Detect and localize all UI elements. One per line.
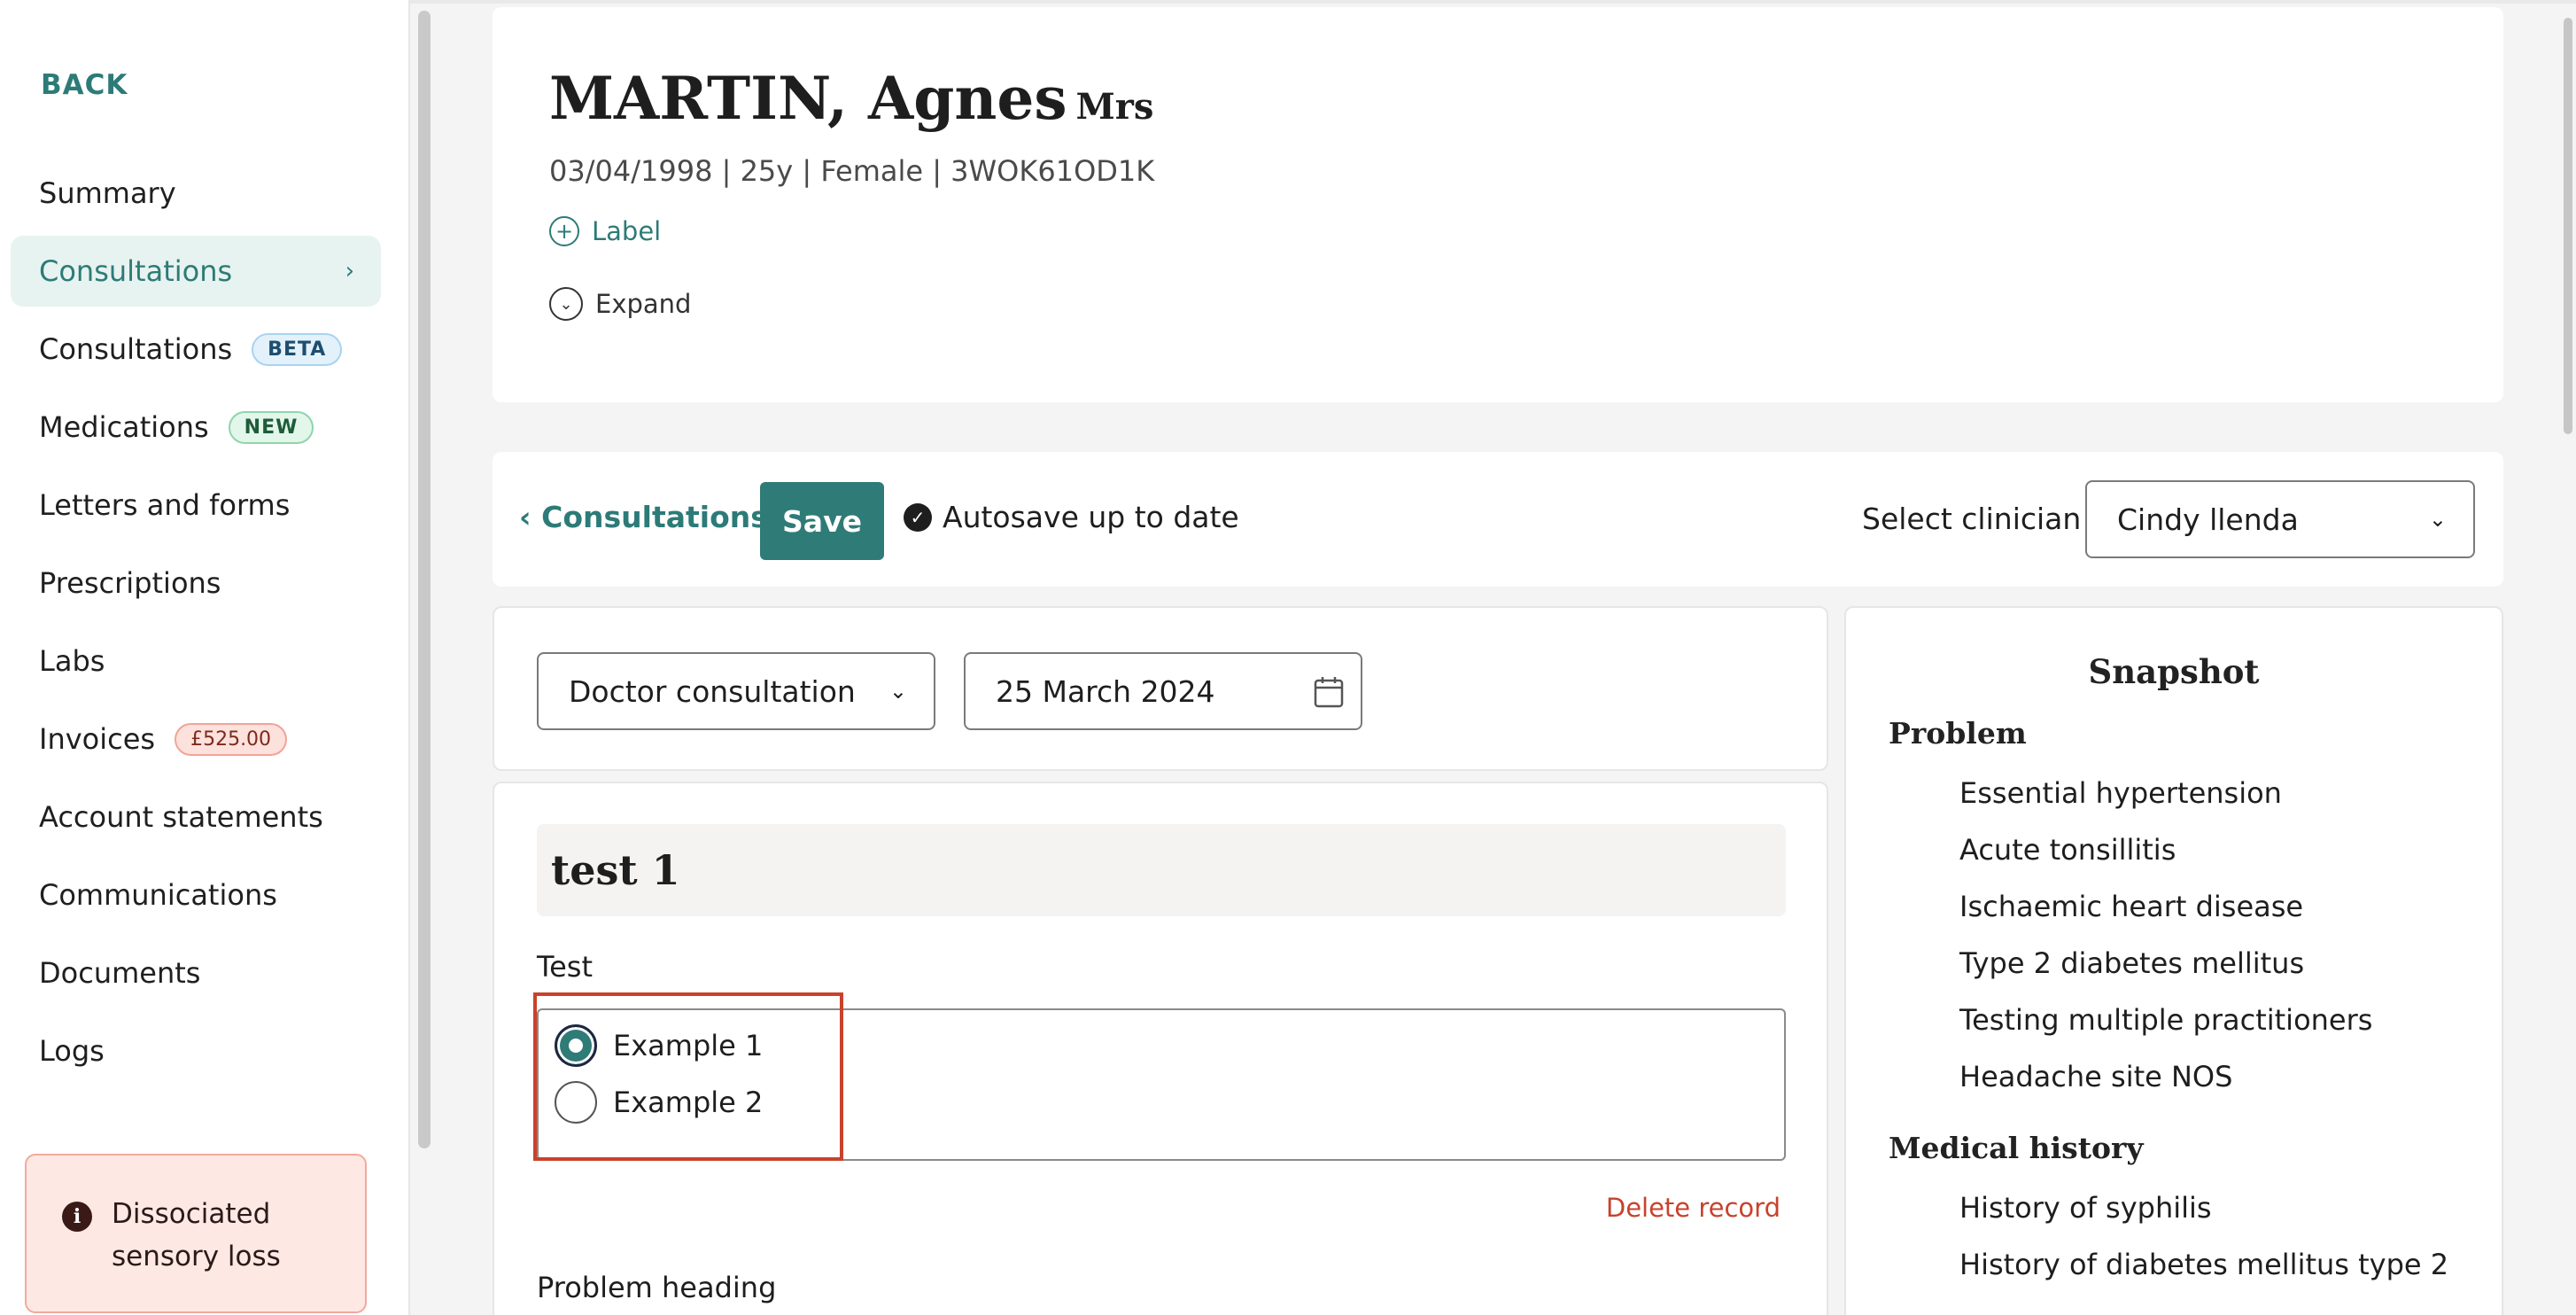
record-form: test 1 Test Example 1 Example 2 Delete r… [493, 782, 1828, 1315]
sidebar-item-label: Summary [39, 176, 176, 210]
sidebar-item-label: Communications [39, 878, 277, 912]
sidebar-item-label: Account statements [39, 800, 323, 834]
consultation-date-value: 25 March 2024 [996, 673, 1215, 709]
add-label-button[interactable]: + Label [549, 216, 661, 246]
info-icon: i [62, 1202, 92, 1232]
radio-option-example-1[interactable]: Example 1 [555, 1024, 763, 1067]
sidebar: BACK Summary Consultations › Consultatio… [0, 0, 410, 1315]
top-border [410, 0, 2576, 4]
sidebar-item-label: Consultations [39, 332, 233, 366]
expand-text: Expand [595, 289, 692, 319]
problem-item: Ischaemic heart disease [1959, 890, 2304, 923]
sidebar-item-label: Labs [39, 644, 105, 678]
problem-heading-label: Problem heading [537, 1271, 777, 1304]
radio-unchecked[interactable] [555, 1081, 597, 1124]
autosave-text: Autosave up to date [943, 500, 1239, 534]
snapshot-panel: Snapshot Problem Essential hypertension … [1844, 606, 2503, 1315]
sidebar-item-logs[interactable]: Logs [11, 1015, 381, 1086]
sidebar-scrollbar[interactable] [418, 11, 431, 1148]
patient-alert: i Dissociated sensory loss [25, 1154, 367, 1313]
consultation-toolbar: ‹ Consultations Save ✓ Autosave up to da… [493, 452, 2503, 587]
add-label-text: Label [592, 216, 662, 246]
sidebar-item-label: Invoices [39, 722, 156, 756]
problem-item: Acute tonsillitis [1959, 833, 2176, 867]
sidebar-item-invoices[interactable]: Invoices £525.00 [11, 704, 381, 774]
radio-option-label: Example 2 [613, 1085, 764, 1119]
problem-item: Headache site NOS [1959, 1060, 2233, 1093]
sidebar-item-account-statements[interactable]: Account statements [11, 782, 381, 852]
consultation-type-value: Doctor consultation [569, 673, 856, 709]
clinician-select[interactable]: Cindy llenda ⌄ [2085, 480, 2475, 558]
check-circle-icon: ✓ [904, 502, 932, 532]
save-button[interactable]: Save [760, 482, 884, 560]
sidebar-item-labs[interactable]: Labs [11, 626, 381, 696]
patient-name-text: MARTIN, Agnes [549, 64, 1067, 133]
alert-text: Dissociated sensory loss [112, 1198, 281, 1272]
snapshot-title: Snapshot [2088, 652, 2260, 691]
sidebar-item-consultations-beta[interactable]: Consultations BETA [11, 314, 381, 385]
delete-record-link[interactable]: Delete record [1606, 1193, 1781, 1223]
problem-heading: Problem [1889, 716, 2027, 751]
new-badge: NEW [228, 410, 314, 444]
consultation-details: Doctor consultation ⌄ 25 March 2024 [493, 606, 1828, 771]
beta-badge: BETA [252, 332, 343, 366]
back-link[interactable]: BACK [41, 69, 128, 101]
sidebar-item-summary[interactable]: Summary [11, 158, 381, 229]
patient-name: MARTIN, Agnes Mrs [549, 64, 1153, 133]
back-to-consultations-text: Consultations [541, 500, 768, 534]
clinician-value: Cindy llenda [2117, 502, 2299, 537]
autosave-status: ✓ Autosave up to date [904, 500, 1239, 534]
sidebar-item-label: Medications [39, 410, 209, 444]
sidebar-item-prescriptions[interactable]: Prescriptions [11, 548, 381, 619]
sidebar-item-label: Prescriptions [39, 566, 221, 600]
invoice-balance-badge: £525.00 [175, 722, 288, 756]
sidebar-item-letters-and-forms[interactable]: Letters and forms [11, 470, 381, 541]
problem-item: Type 2 diabetes mellitus [1959, 946, 2305, 980]
chevron-right-icon: › [345, 258, 354, 284]
test-field-label: Test [537, 950, 594, 984]
patient-header: MARTIN, Agnes Mrs 03/04/1998 | 25y | Fema… [493, 7, 2503, 402]
plus-circle-icon: + [549, 216, 579, 246]
radio-option-label: Example 1 [613, 1029, 764, 1062]
chevron-down-icon: ⌄ [2428, 507, 2447, 532]
expand-button[interactable]: ⌄ Expand [549, 287, 691, 321]
selection-highlight [533, 992, 843, 1161]
back-to-consultations-link[interactable]: ‹ Consultations [519, 500, 768, 534]
consultation-date-field[interactable]: 25 March 2024 [964, 652, 1362, 730]
sidebar-item-label: Documents [39, 956, 201, 990]
sidebar-item-medications[interactable]: Medications NEW [11, 392, 381, 463]
calendar-icon[interactable] [1313, 675, 1345, 709]
sidebar-item-communications[interactable]: Communications [11, 860, 381, 930]
problem-item: Testing multiple practitioners [1959, 1003, 2373, 1037]
patient-title: Mrs [1075, 86, 1154, 128]
radio-option-example-2[interactable]: Example 2 [555, 1081, 763, 1124]
history-item: History of diabetes mellitus type 2 [1959, 1248, 2449, 1281]
clinician-label: Select clinician [1862, 502, 2082, 536]
medical-history-heading: Medical history [1889, 1131, 2144, 1165]
patient-meta: 03/04/1998 | 25y | Female | 3WOK61OD1K [549, 154, 1155, 188]
record-title[interactable]: test 1 [537, 824, 1786, 916]
main-scrollbar[interactable] [2564, 18, 2572, 434]
radio-checked[interactable] [555, 1024, 597, 1067]
sidebar-item-label: Letters and forms [39, 488, 291, 522]
problem-item: Essential hypertension [1959, 776, 2282, 810]
sidebar-item-label: Logs [39, 1034, 105, 1068]
sidebar-item-consultations[interactable]: Consultations › [11, 236, 381, 307]
chevron-down-icon: ⌄ [888, 679, 907, 704]
sidebar-item-documents[interactable]: Documents [11, 938, 381, 1008]
chevron-left-icon: ‹ [519, 500, 531, 534]
consultation-type-select[interactable]: Doctor consultation ⌄ [537, 652, 935, 730]
chevron-down-circle-icon: ⌄ [549, 287, 583, 321]
sidebar-item-label: Consultations [39, 254, 233, 288]
history-item: History of syphilis [1959, 1191, 2212, 1225]
